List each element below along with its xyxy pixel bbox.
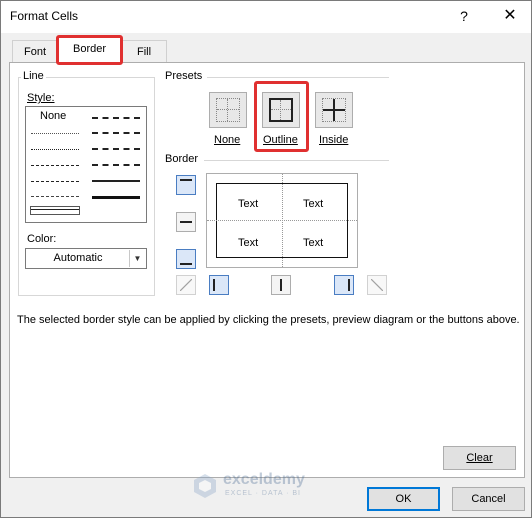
style-hair-option[interactable]: [31, 133, 79, 134]
border-right-button[interactable]: [334, 275, 354, 295]
color-dropdown[interactable]: Automatic ▼: [25, 248, 147, 269]
line-style-list[interactable]: None: [25, 106, 147, 223]
watermark-name: exceldemy: [223, 471, 305, 488]
color-value: Automatic: [53, 252, 103, 264]
exceldemy-watermark: exceldemy EXCEL · DATA · BI: [192, 471, 342, 501]
style-medium-option[interactable]: [92, 180, 140, 182]
watermark-tagline: EXCEL · DATA · BI: [225, 490, 301, 497]
border-bottom-icon: [180, 253, 192, 265]
diagonal-up-icon: [180, 279, 192, 291]
style-slanted-dash-dot-option[interactable]: [92, 132, 140, 134]
style-label: Style:: [25, 92, 57, 104]
ok-button[interactable]: OK: [367, 487, 440, 511]
preview-text-top-right: Text: [303, 198, 324, 210]
style-none-option[interactable]: None: [40, 110, 66, 122]
preset-inside-icon: [322, 98, 346, 122]
style-medium-dash-dot-option[interactable]: [92, 148, 140, 150]
border-divider: [204, 160, 389, 161]
title-bar: Format Cells ? ✕: [1, 1, 531, 33]
preset-inside-button[interactable]: [315, 92, 353, 128]
preview-text-top-left: Text: [238, 198, 259, 210]
border-right-icon: [338, 279, 350, 291]
preset-none-icon: [216, 98, 240, 122]
style-thick-option[interactable]: [92, 196, 140, 199]
border-left-button[interactable]: [209, 275, 229, 295]
border-description: The selected border style can be applied…: [17, 314, 520, 326]
presets-divider: [207, 77, 389, 78]
border-group-label: Border: [163, 153, 201, 165]
border-tab-highlight: [56, 35, 123, 65]
clear-button[interactable]: Clear: [443, 446, 516, 470]
preset-none-label: None: [214, 134, 241, 146]
line-group-label: Line: [21, 70, 46, 82]
preview-text-bottom-right: Text: [303, 237, 324, 249]
border-inside-vertical-button[interactable]: [271, 275, 291, 295]
preview-text-bottom-left: Text: [238, 237, 259, 249]
style-dash-dot-option[interactable]: [31, 181, 79, 182]
style-dash-dot-dot-option[interactable]: [31, 165, 79, 166]
help-button[interactable]: ?: [454, 6, 474, 26]
close-button[interactable]: ✕: [497, 5, 523, 27]
style-double-option[interactable]: [30, 206, 80, 215]
border-preview[interactable]: Text Text Text Text: [206, 173, 358, 268]
border-top-icon: [180, 179, 192, 191]
style-medium-dashed-option[interactable]: [92, 164, 140, 166]
border-bottom-button[interactable]: [176, 249, 196, 269]
border-inside-horizontal-icon: [180, 216, 192, 228]
dialog-title: Format Cells: [10, 9, 79, 23]
style-dashed-option[interactable]: [31, 196, 79, 197]
presets-group-label: Presets: [163, 70, 205, 82]
chevron-down-icon[interactable]: ▼: [129, 250, 145, 267]
border-inside-horizontal-button[interactable]: [176, 212, 196, 232]
tab-fill[interactable]: Fill: [121, 40, 167, 62]
preset-none-button[interactable]: [209, 92, 247, 128]
exceldemy-logo-icon: [194, 474, 216, 498]
style-dotted-option[interactable]: [31, 149, 79, 150]
diagonal-down-icon: [371, 279, 383, 291]
border-diagonal-up-button[interactable]: [176, 275, 196, 295]
border-top-button[interactable]: [176, 175, 196, 195]
border-diagonal-down-button[interactable]: [367, 275, 387, 295]
outline-preset-highlight: [254, 81, 309, 152]
preview-horizontal-guide: [207, 220, 357, 221]
cancel-button[interactable]: Cancel: [452, 487, 525, 511]
format-cells-dialog: Format Cells ? ✕ Font Border Fill Line S…: [0, 0, 532, 518]
style-medium-dash-dot-dot-option[interactable]: [92, 117, 140, 119]
preset-inside-label: Inside: [319, 134, 349, 146]
border-left-icon: [213, 279, 225, 291]
color-label: Color:: [25, 233, 59, 245]
border-inside-vertical-icon: [275, 279, 287, 291]
tab-font[interactable]: Font: [12, 40, 58, 62]
